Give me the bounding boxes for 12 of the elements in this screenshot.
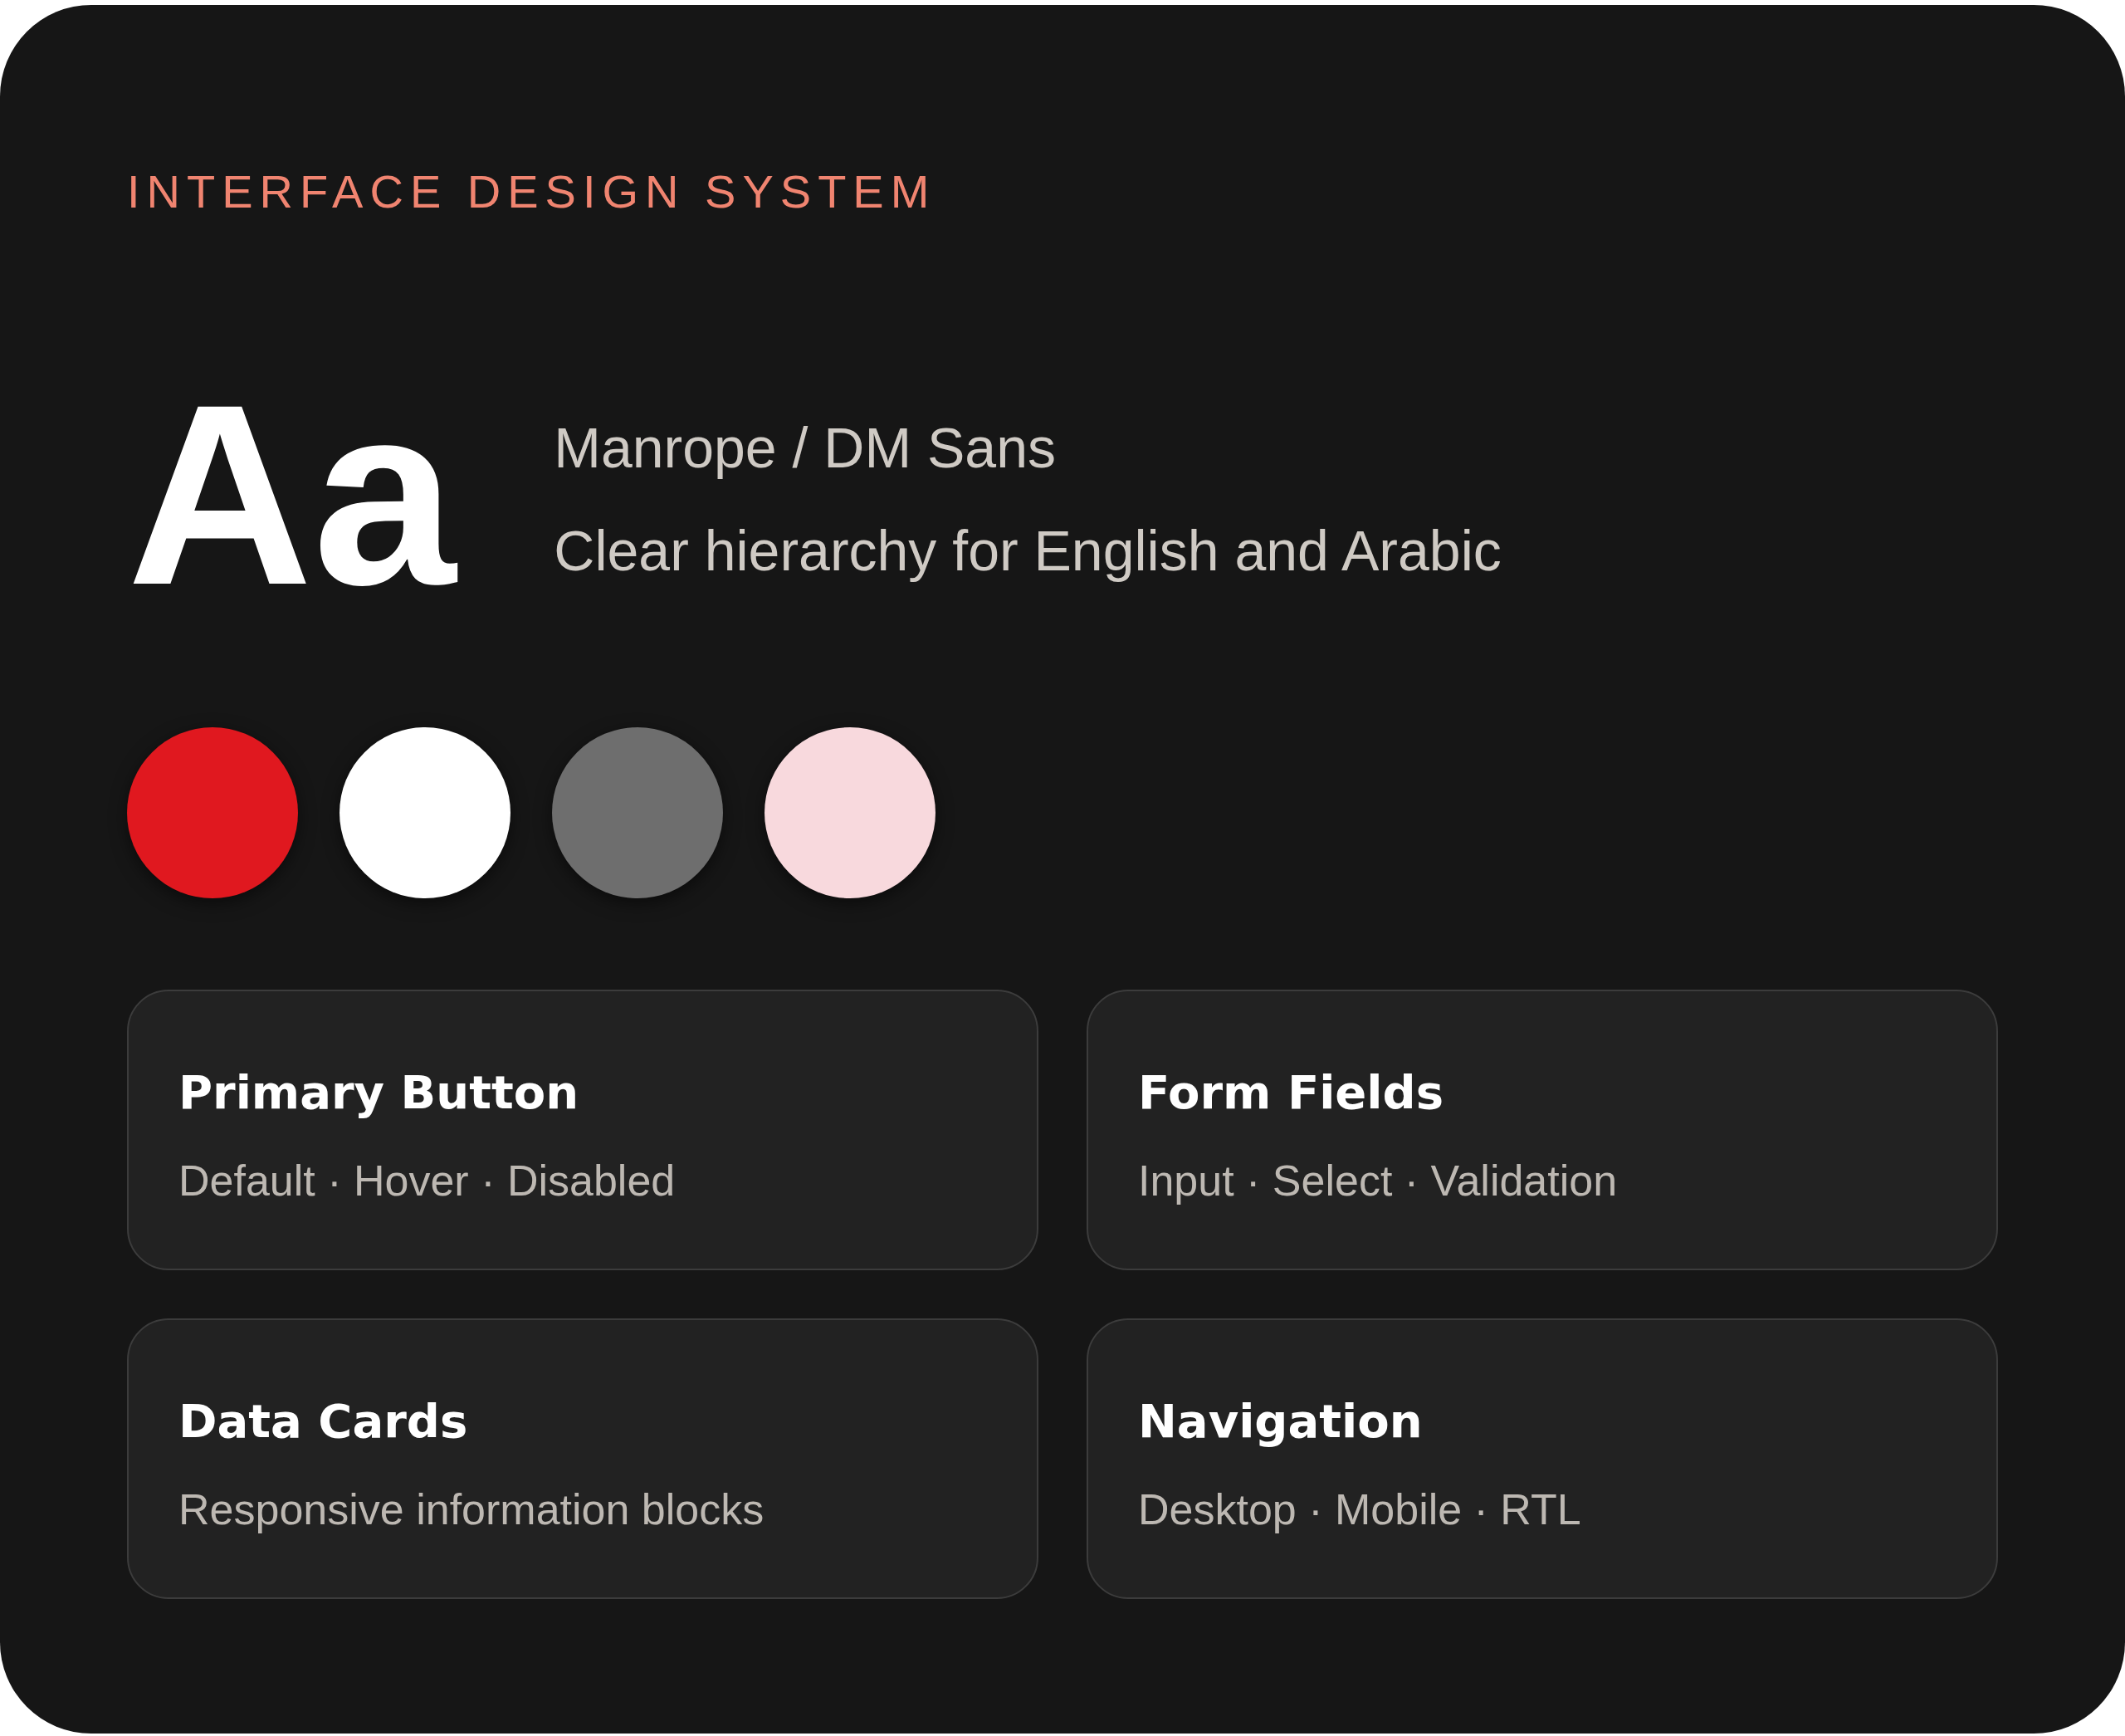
component-title: Data Cards — [178, 1393, 469, 1450]
component-subtitle: Input · Select · Validation — [1138, 1156, 1619, 1206]
component-title: Form Fields — [1138, 1064, 1444, 1121]
component-subtitle: Desktop · Mobile · RTL — [1138, 1484, 1582, 1535]
typography-description: Clear hierarchy for English and Arabic — [554, 519, 1502, 582]
component-title: Navigation — [1138, 1393, 1424, 1450]
type-specimen: Aa — [127, 387, 459, 603]
font-names: Manrope / DM Sans — [554, 416, 1057, 479]
eyebrow-title: INTERFACE DESIGN SYSTEM — [127, 164, 937, 219]
component-subtitle: Default · Hover · Disabled — [178, 1156, 677, 1206]
component-subtitle: Responsive information blocks — [178, 1484, 765, 1535]
component-title: Primary Button — [178, 1064, 580, 1121]
